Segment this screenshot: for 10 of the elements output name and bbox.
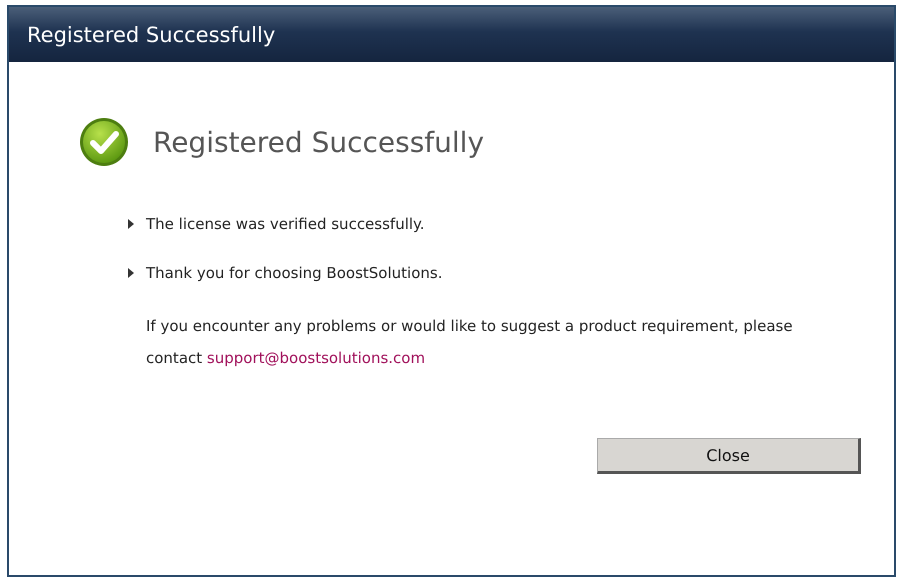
dialog-heading: Registered Successfully — [153, 126, 484, 158]
window-title: Registered Successfully — [27, 22, 276, 46]
email-link[interactable]: support@boostsolutions.com — [206, 349, 426, 367]
check-icon — [79, 117, 129, 167]
message-text: Thank you for choosing BoostSolutions. — [146, 264, 442, 282]
close-button[interactable]: Close — [597, 438, 861, 474]
contact-text: If you encounter any problems or would like to suggest a product requirement, please contact support@boostsolutions.com — [146, 316, 794, 369]
bullet-icon — [128, 219, 134, 229]
bullet-icon — [128, 268, 134, 278]
message-text: The license was verified successfully. — [146, 215, 425, 233]
